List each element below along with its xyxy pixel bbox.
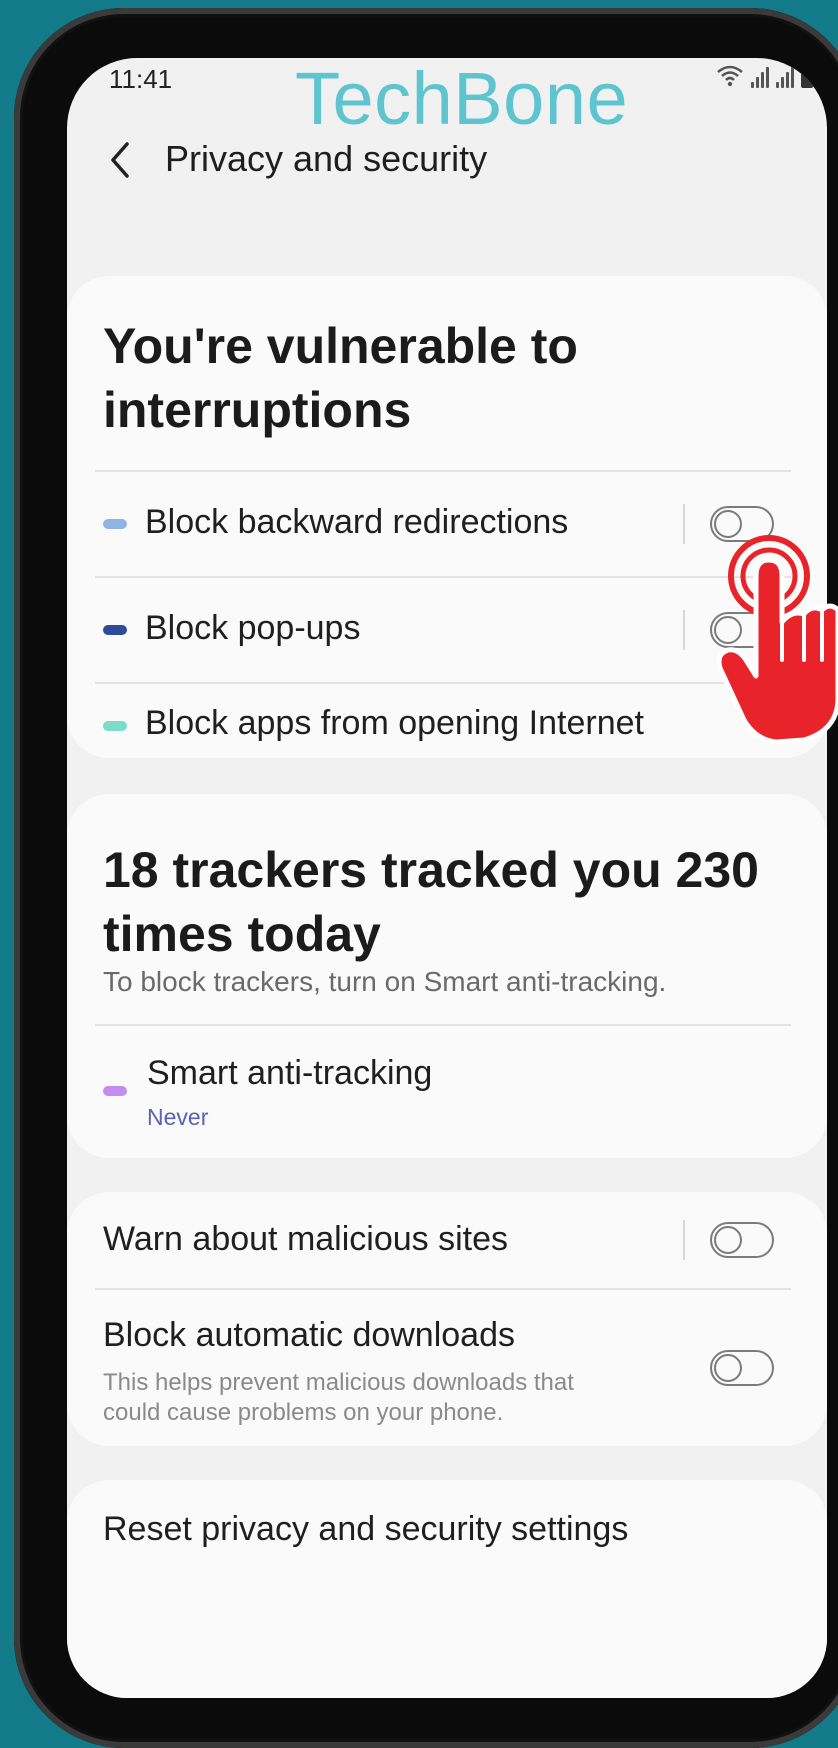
chevron-left-icon [111, 142, 129, 178]
block-automatic-downloads-label: Block automatic downloads [103, 1316, 516, 1354]
tap-hand-icon [716, 535, 838, 745]
navy-dot-icon [103, 625, 127, 635]
vertical-separator [683, 610, 685, 650]
tracker-heading: 18 trackers tracked you 230 times today [103, 842, 759, 962]
status-time: 11:41 [109, 64, 173, 94]
block-automatic-downloads-row[interactable]: Block automatic downloads This helps pre… [67, 1290, 827, 1446]
battery-icon [801, 63, 813, 88]
warn-malicious-sites-label: Warn about malicious sites [103, 1220, 509, 1258]
status-bar: 11:41 TechBone [67, 58, 827, 140]
block-apps-opening-internet-label: Block apps from opening Internet [145, 704, 644, 742]
block-automatic-downloads-toggle[interactable] [710, 1350, 774, 1386]
warn-malicious-sites-row[interactable]: Warn about malicious sites [67, 1192, 827, 1288]
block-apps-opening-internet-row[interactable]: Block apps from opening Internet [67, 684, 827, 758]
wifi-icon [717, 65, 743, 87]
security-card: Warn about malicious sites Block automat… [67, 1192, 827, 1446]
tracker-card: 18 trackers tracked you 230 times today … [67, 794, 827, 1158]
status-icons [716, 63, 813, 88]
back-button[interactable] [95, 132, 145, 188]
warn-malicious-sites-toggle[interactable] [710, 1222, 774, 1258]
tracker-subtitle: To block trackers, turn on Smart anti-tr… [103, 966, 667, 997]
vulnerability-heading: You're vulnerable to interruptions [103, 318, 578, 438]
toggle-knob [714, 1226, 742, 1254]
vulnerability-card: You're vulnerable to interruptions Block… [67, 276, 827, 758]
smart-anti-tracking-value: Never [147, 1104, 209, 1130]
smart-anti-tracking-row[interactable]: Smart anti-tracking Never [67, 1026, 827, 1158]
block-pop-ups-label: Block pop-ups [145, 609, 361, 647]
block-automatic-downloads-description: This helps prevent malicious downloads t… [103, 1369, 574, 1426]
vertical-separator [683, 1220, 685, 1260]
purple-dot-icon [103, 1086, 127, 1096]
teal-dot-icon [103, 721, 127, 731]
block-backward-redirections-row[interactable]: Block backward redirections [67, 472, 827, 576]
phone-screen: 11:41 TechBone Privacy and security You'… [67, 58, 827, 1698]
phone-frame: 11:41 TechBone Privacy and security You'… [14, 8, 838, 1748]
reset-settings-label: Reset privacy and security settings [103, 1510, 629, 1548]
block-pop-ups-row[interactable]: Block pop-ups [67, 578, 827, 682]
toggle-knob [714, 1354, 742, 1382]
signal-icon [776, 66, 794, 88]
vertical-separator [683, 504, 685, 544]
signal-icon [751, 66, 769, 88]
reset-card: Reset privacy and security settings [67, 1480, 827, 1698]
blue-dot-icon [103, 519, 127, 529]
block-backward-redirections-label: Block backward redirections [145, 503, 569, 541]
page-title: Privacy and security [165, 138, 488, 179]
reset-settings-row[interactable]: Reset privacy and security settings [67, 1480, 827, 1580]
app-bar: Privacy and security [67, 128, 827, 208]
smart-anti-tracking-label: Smart anti-tracking [147, 1054, 433, 1092]
